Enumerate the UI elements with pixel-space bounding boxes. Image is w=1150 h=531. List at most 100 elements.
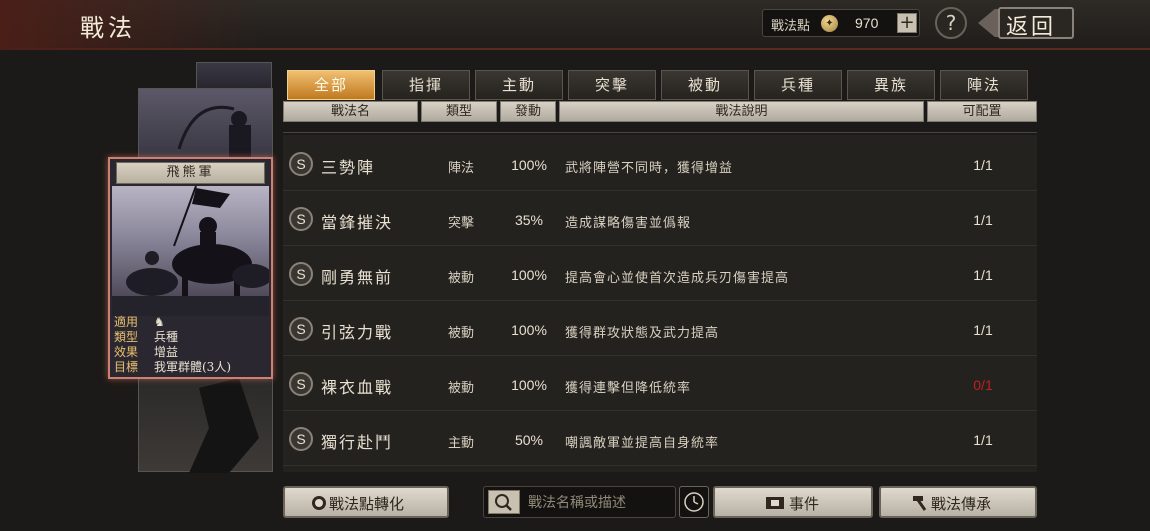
tactic-rate: 100% xyxy=(511,157,547,173)
tab-assault[interactable]: 突擊 xyxy=(568,70,656,100)
tactic-row[interactable]: S 獨行赴鬥 主動 50% 嘲諷敵軍並提高自身統率 1/1 xyxy=(283,411,1037,466)
tab-formation[interactable]: 陣法 xyxy=(940,70,1028,100)
archer-art-icon xyxy=(177,105,251,159)
tactic-description: 造成謀略傷害並僞報 xyxy=(565,216,692,231)
tactic-name: 引弦力戰 xyxy=(321,323,394,342)
tactic-name: 剛勇無前 xyxy=(321,268,394,287)
tactic-allocation: 1/1 xyxy=(973,267,993,283)
tactic-allocation: 1/1 xyxy=(973,322,993,338)
points-value: 970 xyxy=(855,15,879,31)
search-icon[interactable] xyxy=(488,490,520,514)
tactic-allocation: 1/1 xyxy=(973,212,993,228)
tab-label: 異族 xyxy=(873,76,908,94)
search-bar xyxy=(483,486,676,518)
info-value: 我軍群體(3人) xyxy=(154,360,231,374)
back-button[interactable]: 返回 xyxy=(978,7,1076,40)
tactic-allocation: 1/1 xyxy=(973,432,993,448)
tactic-row[interactable]: S 引弦力戰 被動 100% 獲得群攻狀態及武力提高 1/1 xyxy=(283,301,1037,356)
tab-label: 被動 xyxy=(687,76,722,94)
convert-points-button[interactable]: 戰法點轉化 xyxy=(283,486,449,518)
selected-tactic-card[interactable]: 飛熊軍 適用 ♞ 類型 兵種 效果 增益 目標 我軍群體(3人) xyxy=(108,157,273,379)
grade-badge: S xyxy=(289,427,313,451)
grade-badge: S xyxy=(289,372,313,396)
event-label: 事件 xyxy=(789,495,820,513)
history-button[interactable] xyxy=(679,486,709,518)
info-key: 效果 xyxy=(114,345,139,359)
info-row-effect: 效果 增益 xyxy=(114,345,269,360)
tab-label: 突擊 xyxy=(594,76,629,94)
tactic-name: 裸衣血戰 xyxy=(321,378,394,397)
inherit-tactic-button[interactable]: 戰法傳承 xyxy=(879,486,1037,518)
tactic-rate: 35% xyxy=(514,212,544,228)
tactic-description: 獲得連擊但降低統率 xyxy=(565,381,692,396)
tactic-type: 被動 xyxy=(447,271,474,286)
info-key: 目標 xyxy=(114,360,139,374)
grade-badge: S xyxy=(289,317,313,341)
info-key: 類型 xyxy=(114,330,139,344)
coin-icon xyxy=(311,495,327,511)
tactic-description: 武將陣營不同時，獲得增益 xyxy=(565,161,734,176)
event-button[interactable]: 事件 xyxy=(713,486,873,518)
inherit-tactic-label: 戰法傳承 xyxy=(931,495,992,513)
card-thumbnail[interactable] xyxy=(138,377,273,473)
cavalry-banner-icon xyxy=(112,186,269,316)
tactic-row[interactable]: S 三勢陣 陣法 100% 武將陣營不同時，獲得增益 1/1 xyxy=(283,136,1037,191)
tactic-type: 突擊 xyxy=(447,216,474,231)
column-header-type[interactable]: 類型 xyxy=(421,101,497,122)
card-info: 適用 ♞ 類型 兵種 效果 增益 目標 我軍群體(3人) xyxy=(114,315,269,375)
tactic-points-panel: 戰法點 ✦ 970 + xyxy=(762,9,920,37)
tactic-rate: 50% xyxy=(514,432,544,448)
column-header-allocation[interactable]: 可配置 xyxy=(927,101,1037,122)
tactic-type: 被動 xyxy=(447,326,474,341)
points-label: 戰法點 xyxy=(771,19,811,34)
add-points-button[interactable]: + xyxy=(897,13,917,33)
tab-passive[interactable]: 被動 xyxy=(661,70,749,100)
card-art xyxy=(112,186,269,316)
tactic-type: 陣法 xyxy=(447,161,474,176)
tactic-name: 當鋒摧決 xyxy=(321,213,394,232)
clock-icon xyxy=(684,492,704,512)
list-divider xyxy=(283,132,1037,133)
column-header-description: 戰法說明 xyxy=(559,101,924,122)
info-row-applicable: 適用 ♞ xyxy=(114,315,269,330)
column-header-rate[interactable]: 發動 xyxy=(500,101,556,122)
tab-label: 兵種 xyxy=(780,76,815,94)
back-label: 返回 xyxy=(1006,15,1057,40)
tactic-row[interactable]: S 當鋒摧決 突擊 35% 造成謀略傷害並僞報 1/1 xyxy=(283,191,1037,246)
help-button[interactable]: ? xyxy=(935,7,967,39)
convert-points-label: 戰法點轉化 xyxy=(329,495,405,513)
category-tabs: 全部 指揮 主動 突擊 被動 兵種 異族 陣法 xyxy=(287,70,1037,100)
search-input[interactable] xyxy=(528,491,668,515)
tab-label: 主動 xyxy=(501,76,536,94)
tab-foreign[interactable]: 異族 xyxy=(847,70,935,100)
tab-label: 全部 xyxy=(313,76,348,94)
tab-troop[interactable]: 兵種 xyxy=(754,70,842,100)
info-value: 增益 xyxy=(154,345,179,359)
info-row-target: 目標 我軍群體(3人) xyxy=(114,360,269,375)
coin-icon: ✦ xyxy=(821,15,838,32)
tactic-rate: 100% xyxy=(511,377,547,393)
tactic-row[interactable]: S 裸衣血戰 被動 100% 獲得連擊但降低統率 0/1 xyxy=(283,356,1037,411)
tactic-description: 獲得群攻狀態及武力提高 xyxy=(565,326,720,341)
column-header-name[interactable]: 戰法名 xyxy=(283,101,418,122)
tactic-description: 提高會心並使首次造成兵刃傷害提高 xyxy=(565,271,790,286)
tactic-type: 被動 xyxy=(447,381,474,396)
warrior-art-icon xyxy=(189,378,259,473)
grade-badge: S xyxy=(289,152,313,176)
tactic-row[interactable]: S 剛勇無前 被動 100% 提高會心並使首次造成兵刃傷害提高 1/1 xyxy=(283,246,1037,301)
info-row-type: 類型 兵種 xyxy=(114,330,269,345)
card-thumbnail[interactable] xyxy=(138,88,273,159)
tactic-list[interactable]: S 三勢陣 陣法 100% 武將陣營不同時，獲得增益 1/1 S 當鋒摧決 突擊… xyxy=(283,135,1037,472)
tab-command[interactable]: 指揮 xyxy=(382,70,470,100)
tab-all[interactable]: 全部 xyxy=(287,70,375,100)
info-value: 兵種 xyxy=(154,330,179,344)
top-bar: 戰法 戰法點 ✦ 970 + ? 返回 xyxy=(0,0,1150,50)
tactic-type: 主動 xyxy=(447,436,474,451)
tab-label: 陣法 xyxy=(966,76,1001,94)
tab-label: 指揮 xyxy=(408,76,443,94)
tab-active[interactable]: 主動 xyxy=(475,70,563,100)
tactic-description: 嘲諷敵軍並提高自身統率 xyxy=(565,436,720,451)
tactic-allocation: 1/1 xyxy=(973,157,993,173)
tactic-name: 三勢陣 xyxy=(321,158,376,177)
tactic-allocation: 0/1 xyxy=(973,377,993,393)
